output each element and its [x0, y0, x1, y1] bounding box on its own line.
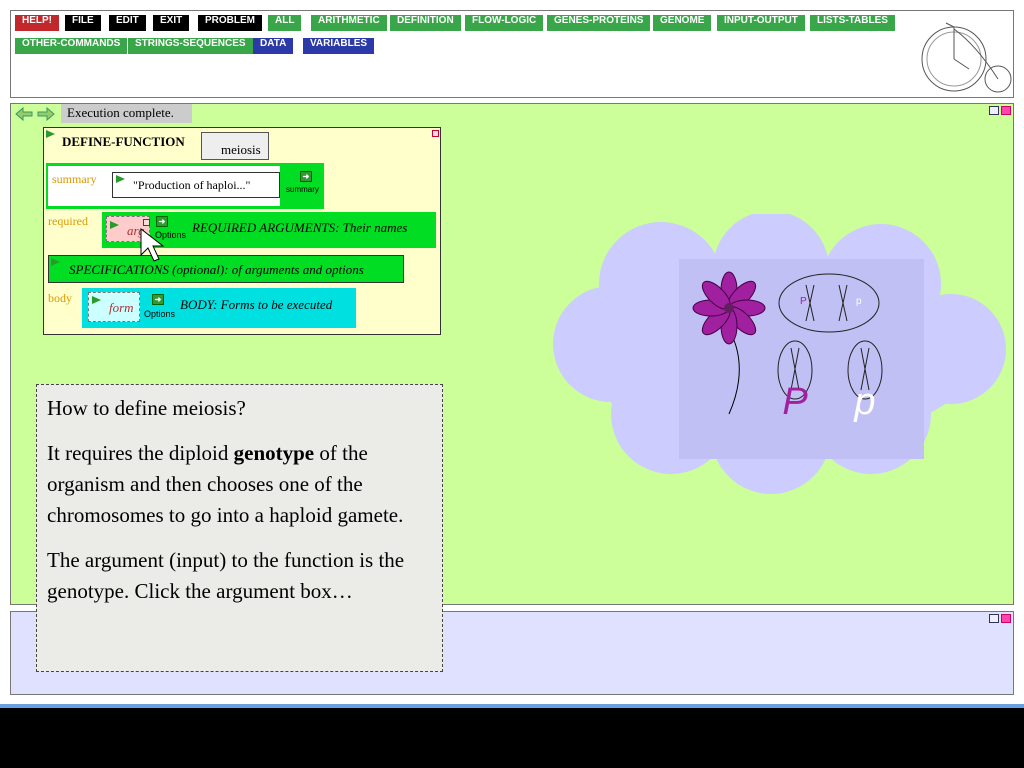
definition-button[interactable]: DEFINITION: [390, 15, 461, 31]
flow-logic-button[interactable]: FLOW-LOGIC: [465, 15, 544, 31]
problem-button[interactable]: PROBLEM: [198, 15, 262, 31]
forward-arrow-icon[interactable]: [37, 107, 55, 121]
genetics-cloud: P p P p: [553, 214, 1006, 494]
close-icon[interactable]: [143, 219, 150, 226]
status-label: Execution complete.: [61, 104, 192, 123]
genes-proteins-button[interactable]: GENES-PROTEINS: [547, 15, 651, 31]
toolbar: HELP! FILE EDIT EXIT PROBLEM ALL ARITHME…: [10, 10, 1014, 98]
strings-sequences-button[interactable]: STRINGS-SEQUENCES: [128, 38, 253, 54]
spec-text: SPECIFICATIONS (optional): of arguments …: [69, 262, 364, 277]
allele-dominant: P: [782, 381, 808, 423]
required-text: REQUIRED ARGUMENTS: Their names: [192, 220, 408, 235]
lists-tables-button[interactable]: LISTS-TABLES: [810, 15, 895, 31]
data-button[interactable]: DATA: [253, 38, 294, 54]
penny-farthing-logo: [921, 22, 1012, 93]
back-arrow-icon[interactable]: [15, 107, 33, 121]
flag-icon: [110, 221, 119, 229]
other-commands-button[interactable]: OTHER-COMMANDS: [15, 38, 128, 54]
define-function-box[interactable]: DEFINE-FUNCTION meiosis summary "Product…: [43, 127, 441, 335]
summary-label: summary: [52, 172, 97, 186]
enter-icon[interactable]: ➜: [300, 171, 312, 182]
note-text: It requires the diploid: [47, 441, 234, 465]
edit-button[interactable]: EDIT: [109, 15, 146, 31]
variables-button[interactable]: VARIABLES: [303, 38, 375, 54]
flag-icon: [92, 296, 101, 304]
enter-icon[interactable]: ➜: [152, 294, 164, 305]
flag-icon: [116, 175, 125, 183]
body-text: BODY: Forms to be executed: [180, 297, 333, 312]
flag-icon: [46, 130, 55, 138]
genome-button[interactable]: GENOME: [653, 15, 712, 31]
maximize-icon[interactable]: [989, 614, 999, 623]
file-button[interactable]: FILE: [65, 15, 101, 31]
summary-value-box[interactable]: "Production of haploi...": [112, 172, 280, 198]
explanation-note: How to define meiosis? It requires the d…: [36, 384, 443, 672]
small-allele-dominant: P: [800, 296, 807, 307]
required-label: required: [48, 214, 88, 228]
body-row: form ➜ Options BODY: Forms to be execute…: [82, 288, 356, 328]
close-icon[interactable]: [1001, 614, 1011, 623]
allele-recessive: p: [853, 381, 875, 423]
note-question: How to define meiosis?: [47, 396, 246, 420]
screen-bottom-bar: [0, 708, 1024, 768]
function-name-box[interactable]: meiosis: [201, 132, 269, 160]
flag-icon: [51, 258, 60, 266]
summary-tag: summary: [286, 185, 319, 194]
specifications-row[interactable]: SPECIFICATIONS (optional): of arguments …: [48, 255, 404, 283]
note-bold-genotype: genotype: [233, 441, 315, 465]
help-button[interactable]: HELP!: [15, 15, 59, 31]
summary-row: summary "Production of haploi..." summar…: [46, 163, 324, 209]
define-function-title: DEFINE-FUNCTION: [62, 134, 185, 149]
all-button[interactable]: ALL: [268, 15, 302, 31]
note-paragraph-argument: The argument (input) to the function is …: [47, 548, 405, 603]
exit-button[interactable]: EXIT: [153, 15, 190, 31]
close-icon[interactable]: [432, 130, 439, 137]
mouse-cursor-icon: [140, 227, 165, 262]
arithmetic-button[interactable]: ARITHMETIC: [311, 15, 387, 31]
body-label: body: [48, 291, 72, 305]
maximize-icon[interactable]: [989, 106, 999, 115]
small-allele-recessive: p: [856, 296, 862, 307]
enter-icon[interactable]: ➜: [156, 216, 168, 227]
close-icon[interactable]: [1001, 106, 1011, 115]
note-paragraph-genotype: It requires the diploid genotype of the …: [47, 438, 432, 531]
options-label[interactable]: Options: [144, 309, 175, 319]
input-output-button[interactable]: INPUT-OUTPUT: [717, 15, 805, 31]
